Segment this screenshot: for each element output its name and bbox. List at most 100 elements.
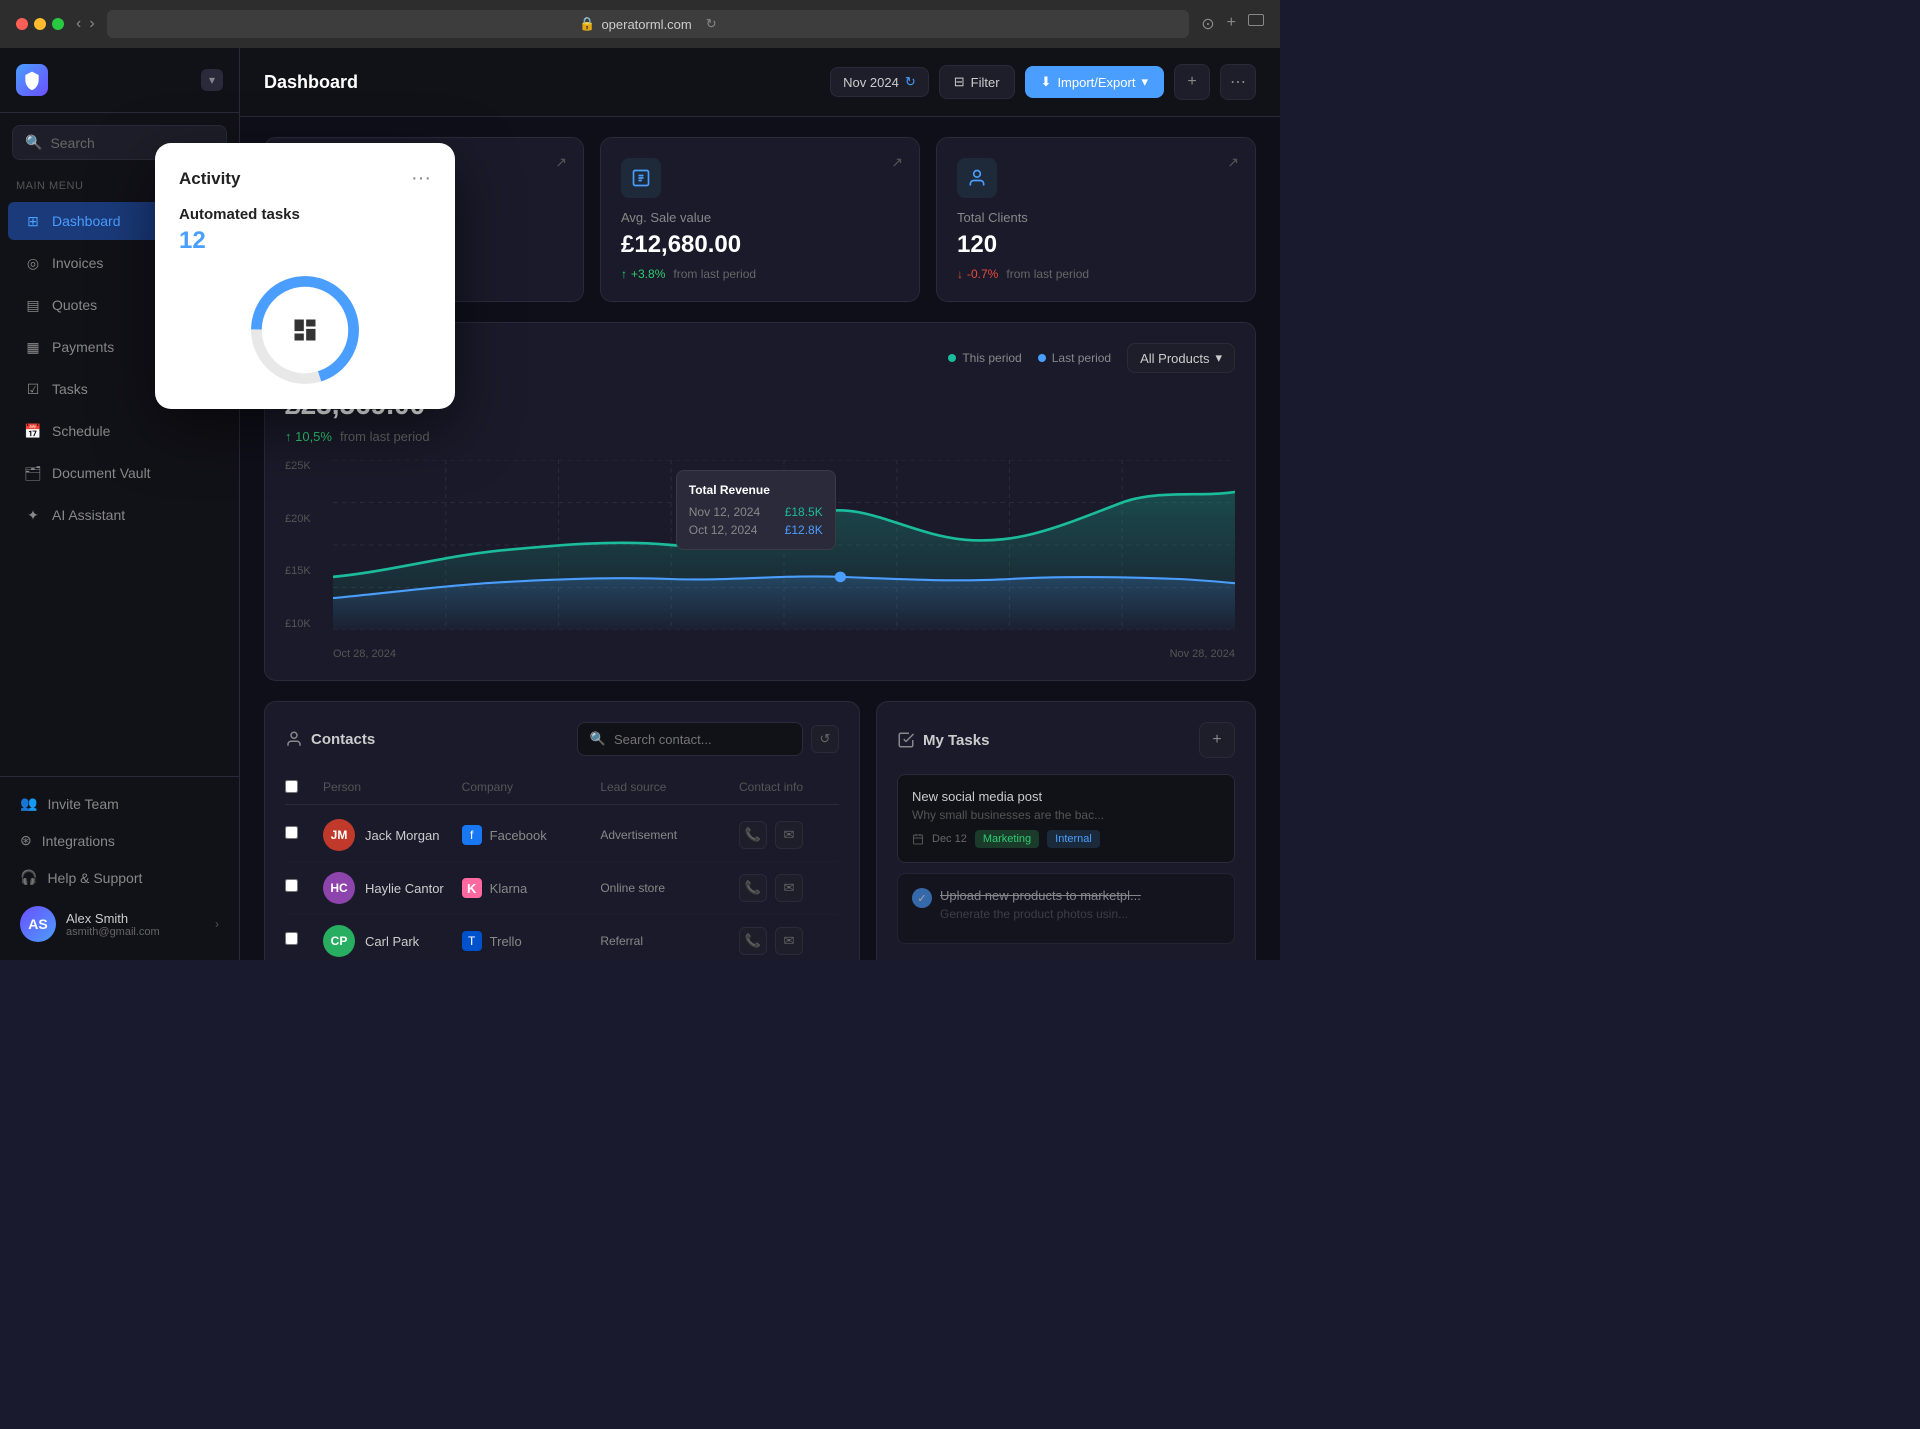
contact-info-col-header: Contact info	[739, 780, 839, 796]
row-checkbox-2[interactable]	[285, 879, 315, 897]
phone-button-2[interactable]: 📞	[739, 874, 767, 902]
import-export-button[interactable]: ⬇ Import/Export ▾	[1025, 66, 1164, 98]
browser-navigation[interactable]: ‹ ›	[76, 15, 95, 33]
tabs-icon[interactable]	[1248, 14, 1264, 26]
activity-card-title: Activity	[179, 169, 240, 189]
user-profile[interactable]: AS Alex Smith asmith@gmail.com ›	[8, 896, 231, 952]
person-name-2: Haylie Cantor	[365, 881, 444, 896]
chart-y-labels: £25K £20K £15K £10K	[285, 460, 330, 630]
maximize-window-button[interactable]	[52, 18, 64, 30]
sidebar-toggle-button[interactable]: ▾	[201, 69, 223, 91]
tasks-title: My Tasks	[897, 731, 989, 749]
invite-label: Invite Team	[47, 796, 118, 812]
quotes-icon: ▤	[24, 296, 42, 314]
add-task-button[interactable]: +	[1199, 722, 1235, 758]
contact-actions-1: 📞 ✉	[739, 821, 839, 849]
email-button-2[interactable]: ✉	[775, 874, 803, 902]
arrow-down-icon: ↓	[957, 267, 963, 281]
bottom-section: Contacts 🔍 ↺	[264, 701, 1256, 960]
last-period-label: Last period	[1052, 351, 1111, 365]
contacts-title: Contacts	[285, 730, 375, 748]
window-controls[interactable]	[16, 18, 64, 30]
history-icon[interactable]: ⊙	[1201, 14, 1214, 34]
address-bar[interactable]: 🔒 operatorml.com ↻	[107, 10, 1190, 38]
user-name: Alex Smith	[66, 911, 205, 926]
sidebar-item-document-vault[interactable]: 🗂 Document Vault	[8, 454, 231, 492]
sidebar-item-integrations[interactable]: ⊛ Integrations	[8, 822, 231, 859]
person-col-header: Person	[323, 780, 454, 796]
avatar-2: HC	[323, 872, 355, 904]
sidebar-item-invite-team[interactable]: 👥 Invite Team	[8, 785, 231, 822]
lead-source-3: Referral	[600, 934, 731, 948]
import-export-label: Import/Export	[1057, 75, 1135, 90]
url-text: operatorml.com	[601, 17, 691, 32]
back-button[interactable]: ‹	[76, 15, 81, 33]
task-date-1: Dec 12	[932, 833, 967, 845]
add-button[interactable]: +	[1174, 64, 1210, 100]
close-window-button[interactable]	[16, 18, 28, 30]
topbar-actions: Nov 2024 ↻ ⊟ Filter ⬇ Import/Export ▾ + …	[830, 64, 1256, 100]
stat-label-2: Total Clients	[957, 210, 1235, 225]
help-icon: 🎧	[20, 869, 37, 886]
chart-x-labels: Oct 28, 2024 Nov 28, 2024	[333, 648, 1235, 660]
browser-toolbar[interactable]: ⊙ +	[1201, 14, 1264, 34]
sidebar-item-help-support[interactable]: 🎧 Help & Support	[8, 859, 231, 896]
forward-button[interactable]: ›	[89, 15, 94, 33]
row-select-1[interactable]	[285, 826, 298, 839]
from-text: from last period	[673, 267, 756, 281]
all-products-dropdown[interactable]: All Products ▾	[1127, 343, 1235, 373]
table-header: Person Company Lead source Contact info	[285, 772, 839, 805]
company-name-3: Trello	[490, 934, 522, 949]
row-checkbox-1[interactable]	[285, 826, 315, 844]
email-button-1[interactable]: ✉	[775, 821, 803, 849]
contact-actions-3: 📞 ✉	[739, 927, 839, 955]
row-select-2[interactable]	[285, 879, 298, 892]
logo-icon	[16, 64, 48, 96]
phone-button-1[interactable]: 📞	[739, 821, 767, 849]
contact-search[interactable]: 🔍	[577, 722, 803, 756]
person-name-1: Jack Morgan	[365, 828, 439, 843]
tooltip-row-1: Nov 12, 2024 £18.5K	[689, 505, 823, 519]
contacts-refresh-button[interactable]: ↺	[811, 725, 839, 753]
sidebar-item-label: Tasks	[52, 381, 88, 397]
sidebar-item-schedule[interactable]: 📅 Schedule	[8, 412, 231, 450]
activity-more-button[interactable]: ···	[411, 167, 431, 190]
date-selector[interactable]: Nov 2024 ↻	[830, 67, 929, 97]
task-desc-1: Why small businesses are the bac...	[912, 808, 1220, 822]
sidebar-item-label: Payments	[52, 339, 114, 355]
email-button-3[interactable]: ✉	[775, 927, 803, 955]
stat-link-0[interactable]: ↗	[555, 154, 567, 171]
last-period-dot	[1038, 354, 1046, 362]
filter-button[interactable]: ⊟ Filter	[939, 65, 1015, 99]
company-icon-2: K	[462, 878, 482, 898]
refresh-icon[interactable]: ↻	[706, 16, 717, 32]
task-item-2: ✓ Upload new products to marketpl... Gen…	[897, 873, 1235, 944]
task-title-2: Upload new products to marketpl...	[940, 888, 1141, 903]
add-tab-icon[interactable]: +	[1227, 14, 1236, 34]
table-row: CP Carl Park T Trello Referral 📞 ✉	[285, 915, 839, 960]
chart-legend: This period Last period	[948, 351, 1111, 365]
tasks-header: My Tasks +	[897, 722, 1235, 758]
from-text-2: from last period	[1006, 267, 1089, 281]
arrow-up-icon: ↑	[621, 267, 627, 281]
tooltip-val-2: £12.8K	[785, 523, 823, 537]
row-checkbox-3[interactable]	[285, 932, 315, 950]
ellipsis-icon: ⋯	[1230, 72, 1246, 92]
company-cell-1: f Facebook	[462, 825, 593, 845]
sidebar-item-ai-assistant[interactable]: ✦ AI Assistant	[8, 496, 231, 534]
more-options-button[interactable]: ⋯	[1220, 64, 1256, 100]
stat-change-1: ↑ +3.8% from last period	[621, 267, 899, 281]
stat-link-1[interactable]: ↗	[891, 154, 903, 171]
y-label-15k: £15K	[285, 565, 330, 577]
select-all-checkbox[interactable]	[285, 780, 298, 793]
stat-link-2[interactable]: ↗	[1227, 154, 1239, 171]
minimize-window-button[interactable]	[34, 18, 46, 30]
contact-search-input[interactable]	[614, 732, 790, 747]
donut-center	[291, 316, 319, 344]
phone-button-3[interactable]: 📞	[739, 927, 767, 955]
row-select-3[interactable]	[285, 932, 298, 945]
tasks-section: My Tasks + New social media post Why sma…	[876, 701, 1256, 960]
checkbox-header[interactable]	[285, 780, 315, 796]
company-name-1: Facebook	[490, 828, 547, 843]
chevron-down-icon: ▾	[1215, 350, 1222, 366]
